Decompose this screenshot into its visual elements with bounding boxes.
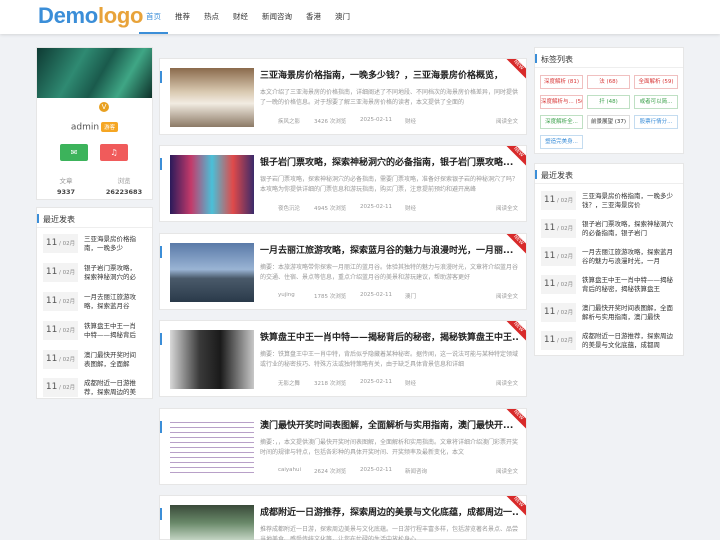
recent-right-item[interactable]: 11 / 02月 澳门最快开奖时间表图解，全面解析与实用指南，澳门最快 — [541, 300, 679, 325]
tag-link[interactable]: 深度解析全... — [540, 115, 583, 129]
site-header: Demologo 首页 推荐 热点 财经 新闻咨询 香港 澳门 — [0, 0, 720, 34]
recent-posts-left: 最近发表 11 / 02月 三亚海景房价格指南，一晚多少 11 / 02月 银子岩门… — [36, 207, 153, 399]
recent-right-title: 最近发表 — [535, 164, 683, 184]
nav-home[interactable]: 首页 — [139, 0, 168, 34]
new-ribbon: NEW — [506, 234, 526, 254]
stat-views: 浏览 26223683 — [105, 177, 143, 196]
profile-card: V admin 游客 ✉ ♫ 文章 9337 浏览 26223683 — [36, 47, 153, 200]
article-title[interactable]: 三亚海景房价格指南，一晚多少钱？，三亚海景房价格概览， — [260, 68, 518, 81]
article-excerpt: 银子岩门票攻略，探索神秘洞穴的必备指南，需要门票攻略，准备好探索银子岩的神秘洞穴… — [260, 176, 518, 193]
tag-link[interactable]: 法 (68) — [587, 75, 630, 89]
tag-link[interactable]: 全面解析 (59) — [634, 75, 678, 89]
article-card[interactable]: 铁算盘王中王一肖中特——揭秘背后的秘密，揭秘铁算盘王中王... 摘要：铁算盘王中… — [159, 320, 527, 397]
article-meta: yujing 1785 次浏览 2025-02-11 澳门 阅读全文 — [278, 292, 518, 300]
main-nav: 首页 推荐 热点 财经 新闻咨询 香港 澳门 — [139, 0, 357, 34]
read-more-link[interactable]: 阅读全文 — [496, 379, 518, 387]
tag-link[interactable]: 塑造完美身... — [540, 135, 583, 149]
tag-link[interactable]: 扦 (48) — [587, 95, 630, 109]
site-logo[interactable]: Demologo — [38, 3, 143, 29]
recent-left-item[interactable]: 11 / 02月 三亚海景房价格指南，一晚多少 — [43, 232, 142, 255]
recent-left-item[interactable]: 11 / 02月 铁算盘王中王一肖中特——揭秘背后 — [43, 319, 142, 342]
article-meta: 无影之舞 3218 次浏览 2025-02-11 财经 阅读全文 — [278, 379, 518, 387]
read-more-link[interactable]: 阅读全文 — [496, 467, 518, 475]
article-title[interactable]: 澳门最快开奖时间表图解，全面解析与实用指南，澳门最快开... — [260, 418, 518, 431]
tag-link[interactable]: 股票行情分... — [634, 115, 678, 129]
new-ribbon: NEW — [506, 146, 526, 166]
title-marker — [160, 71, 162, 83]
stat-articles: 文章 9337 — [56, 177, 76, 196]
article-excerpt: 推荐成都附近一日游，探索周边美景与文化底蕴。一日游行程丰富多样，包括游览著名景点… — [260, 526, 518, 540]
verified-badge: V — [99, 102, 109, 112]
tags-title: 标签列表 — [535, 48, 683, 68]
article-thumbnail[interactable] — [170, 330, 254, 389]
bell-icon: ♫ — [110, 148, 118, 157]
profile-name: admin 游客 — [37, 122, 152, 133]
article-title[interactable]: 一月去丽江旅游攻略，探索蓝月谷的魅力与浪漫时光，一月丽... — [260, 243, 518, 256]
new-ribbon: NEW — [506, 321, 526, 341]
new-ribbon: NEW — [506, 496, 526, 516]
article-excerpt: 摘要：铁算盘王中王一肖中特，背后似乎隐藏着某种秘密。据传闻，这一说法可能与某种特… — [260, 351, 518, 368]
article-card[interactable]: 成都附近一日游推荐，探索周边的美景与文化底蕴，成都周边一... 推荐成都附近一日… — [159, 495, 527, 540]
article-title[interactable]: 银子岩门票攻略，探索神秘洞穴的必备指南，银子岩门票攻略... — [260, 155, 518, 168]
nav-macau[interactable]: 澳门 — [328, 0, 357, 34]
article-excerpt: 摘要：，，本文提供澳门最快开奖时间表图解，全面解析和实用指南。文章将详细介绍澳门… — [260, 439, 518, 456]
article-thumbnail[interactable] — [170, 243, 254, 302]
nav-recommend[interactable]: 推荐 — [168, 0, 197, 34]
wechat-icon: ✉ — [70, 148, 78, 157]
article-meta: 夜色沉沦 4945 次浏览 2025-02-11 财经 阅读全文 — [278, 204, 518, 212]
recent-left-item[interactable]: 11 / 02月 银子岩门票攻略，探索神秘洞穴的必 — [43, 261, 142, 284]
article-title[interactable]: 成都附近一日游推荐，探索周边的美景与文化底蕴，成都周边一... — [260, 505, 518, 518]
tag-cloud: 标签列表 深度解析 (81) 法 (68) 全面解析 (59) 深度解析与...… — [534, 47, 684, 154]
recent-right-item[interactable]: 11 / 02月 三亚海景房价格指南，一晚多少钱？，三亚海景房价 — [541, 188, 679, 213]
article-thumbnail[interactable] — [170, 155, 254, 214]
new-ribbon: NEW — [506, 409, 526, 429]
user-tag: 游客 — [101, 122, 119, 132]
read-more-link[interactable]: 阅读全文 — [496, 117, 518, 125]
title-marker — [160, 333, 162, 345]
tag-link[interactable]: 前景展望 (37) — [587, 115, 630, 129]
nav-finance[interactable]: 财经 — [226, 0, 255, 34]
nav-news[interactable]: 新闻咨询 — [255, 0, 299, 34]
recent-right-item[interactable]: 11 / 02月 银子岩门票攻略，探索神秘洞穴的必备指南，银子岩门 — [541, 216, 679, 241]
article-thumbnail[interactable] — [170, 418, 254, 477]
recent-left-item[interactable]: 11 / 02月 成都附近一日游推荐，探索周边的美 — [43, 376, 142, 399]
article-thumbnail[interactable] — [170, 68, 254, 127]
profile-cover-image — [37, 48, 152, 98]
recent-right-item[interactable]: 11 / 02月 铁算盘王中王一肖中特——揭秘背后的秘密，揭秘铁算盘王 — [541, 272, 679, 297]
recent-left-title: 最近发表 — [37, 208, 152, 228]
article-excerpt: 本文介绍了三亚海景房的价格指南，详细阐述了不同地段、不同档次的海景房价格差异，同… — [260, 89, 518, 106]
notify-button[interactable]: ♫ — [100, 144, 128, 161]
article-meta: caiyahui 2624 次浏览 2025-02-11 新闻咨询 阅读全文 — [278, 467, 518, 475]
article-thumbnail[interactable] — [170, 505, 254, 540]
title-marker — [160, 421, 162, 433]
article-card[interactable]: 一月去丽江旅游攻略，探索蓝月谷的魅力与浪漫时光，一月丽... 摘要：本旅游攻略带… — [159, 233, 527, 310]
article-excerpt: 摘要：本旅游攻略带你探索一月丽江的蓝月谷。体验其独特的魅力与浪漫时光，文章将介绍… — [260, 264, 518, 281]
recent-posts-right: 最近发表 11 / 02月 三亚海景房价格指南，一晚多少钱？，三亚海景房价 11 … — [534, 163, 684, 356]
nav-hongkong[interactable]: 香港 — [299, 0, 328, 34]
wechat-button[interactable]: ✉ — [60, 144, 88, 161]
recent-right-item[interactable]: 11 / 02月 成都附近一日游推荐，探索周边的美景与文化底蕴，成都周 — [541, 328, 679, 353]
tag-link[interactable]: 深度解析与... (50) — [540, 95, 583, 109]
article-meta: 疾风之影 3426 次浏览 2025-02-11 财经 阅读全文 — [278, 117, 518, 125]
title-marker — [160, 158, 162, 170]
tag-link[interactable]: 深度解析 (81) — [540, 75, 583, 89]
article-card[interactable]: 澳门最快开奖时间表图解，全面解析与实用指南，澳门最快开... 摘要：，，本文提供… — [159, 408, 527, 485]
article-title[interactable]: 铁算盘王中王一肖中特——揭秘背后的秘密，揭秘铁算盘王中王... — [260, 330, 518, 343]
read-more-link[interactable]: 阅读全文 — [496, 292, 518, 300]
read-more-link[interactable]: 阅读全文 — [496, 204, 518, 212]
title-marker — [160, 246, 162, 258]
recent-left-item[interactable]: 11 / 02月 一月去丽江旅游攻略，探索蓝月谷 — [43, 290, 142, 313]
title-marker — [160, 508, 162, 520]
tag-link[interactable]: 或者可以简... — [634, 95, 678, 109]
article-card[interactable]: 三亚海景房价格指南，一晚多少钱？，三亚海景房价格概览， 本文介绍了三亚海景房的价… — [159, 58, 527, 135]
nav-hot[interactable]: 热点 — [197, 0, 226, 34]
article-card[interactable]: 银子岩门票攻略，探索神秘洞穴的必备指南，银子岩门票攻略... 银子岩门票攻略，探… — [159, 145, 527, 222]
recent-right-item[interactable]: 11 / 02月 一月去丽江旅游攻略，探索蓝月谷的魅力与浪漫时光，一月 — [541, 244, 679, 269]
recent-left-item[interactable]: 11 / 02月 澳门最快开奖时间表图解，全面解 — [43, 348, 142, 371]
new-ribbon: NEW — [506, 59, 526, 79]
